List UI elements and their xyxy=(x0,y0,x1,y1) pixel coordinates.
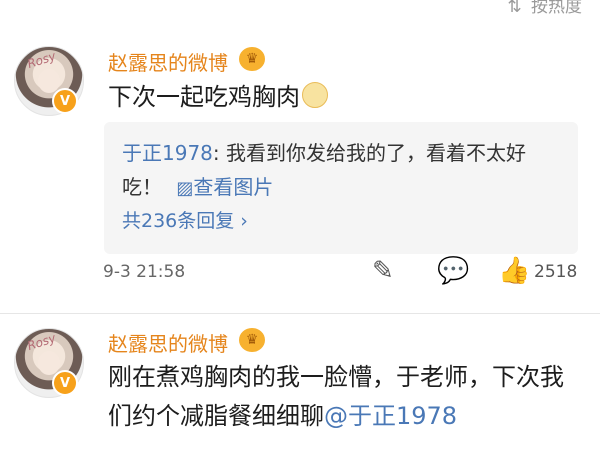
crown-badge-icon: ♛ xyxy=(239,328,265,352)
comment-line-2-text: 们约个减脂餐细细聊 xyxy=(108,402,324,430)
avatar-label: Rosy xyxy=(25,330,58,354)
verified-badge-icon: V xyxy=(52,370,78,396)
like-icon[interactable]: 👍 xyxy=(498,256,530,286)
verified-badge-icon: V xyxy=(52,88,78,114)
image-icon[interactable]: ▨ xyxy=(176,178,193,199)
comment-content: 下次一起吃鸡胸肉 xyxy=(108,83,300,111)
sort-label: 按热度 xyxy=(531,0,582,17)
crown-badge-icon: ♛ xyxy=(239,47,265,71)
like-count: 2518 xyxy=(534,262,578,282)
comment-line-1: 刚在煮鸡胸肉的我一脸懵，于老师，下次我 xyxy=(108,363,564,391)
reply-text-1: 我看到你发给我的了，看着不太好 xyxy=(219,141,527,165)
divider xyxy=(0,313,600,314)
reply-line-1: 于正1978: 我看到你发给我的了，看着不太好 xyxy=(122,136,562,170)
sort-toggle[interactable]: ⇅ 按热度 xyxy=(507,0,582,17)
edit-icon[interactable]: ✎ xyxy=(372,256,394,286)
emoji-icon xyxy=(302,82,328,108)
reply-text-2: 吃！ xyxy=(122,175,162,199)
mention-link[interactable]: @于正1978 xyxy=(324,402,457,430)
comment-text: 刚在煮鸡胸肉的我一脸懵，于老师，下次我 们约个减脂餐细细聊@于正1978 xyxy=(108,358,578,436)
reply-box[interactable]: 于正1978: 我看到你发给我的了，看着不太好 吃！ ▨查看图片 共236条回复… xyxy=(104,122,578,254)
author-name[interactable]: 赵露思的微博 xyxy=(108,328,228,357)
comment-time: 9-3 21:58 xyxy=(103,262,186,282)
reply-count-link[interactable]: 共236条回复 › xyxy=(122,206,248,233)
comment-text: 下次一起吃鸡胸肉 xyxy=(108,78,578,117)
avatar-label: Rosy xyxy=(25,48,58,72)
comment-icon[interactable]: 💬 xyxy=(437,256,469,286)
view-image-link[interactable]: 查看图片 xyxy=(193,175,273,199)
reply-author[interactable]: 于正1978 xyxy=(122,141,213,165)
reply-line-2: 吃！ ▨查看图片 xyxy=(122,170,562,206)
reply-separator: : xyxy=(212,141,220,165)
author-name[interactable]: 赵露思的微博 xyxy=(108,47,228,76)
sort-icon: ⇅ xyxy=(507,0,522,17)
comment-line-2: 们约个减脂餐细细聊@于正1978 xyxy=(108,397,578,436)
